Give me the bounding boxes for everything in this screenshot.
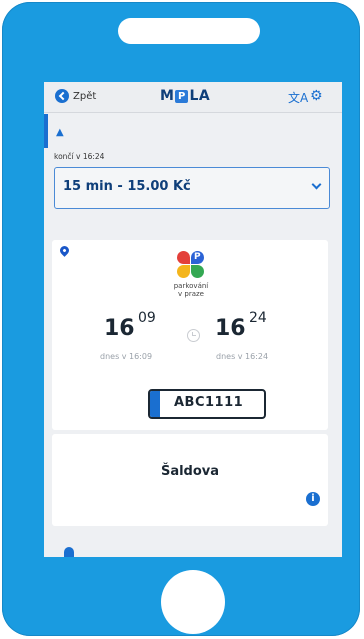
app-screen: Zpět M P LA 文A ⚙ ▲ končí v 16:24 15 min … [44,82,342,557]
logo-leaf-yellow [177,265,190,278]
logo-text-left: M [160,88,175,104]
translate-icon[interactable]: 文A [288,89,308,106]
home-button[interactable] [161,570,225,634]
back-button[interactable]: Zpět [55,89,96,103]
provider-line-2: v praze [178,290,204,298]
provider-name: parkování v praze [165,282,217,298]
end-label: dnes v 16:24 [216,352,269,361]
zone-card: Šaldova i [52,434,328,526]
start-label: dnes v 16:09 [100,352,153,361]
parkovani-v-praze-logo: P [176,250,206,280]
start-minute: 09 [138,310,156,326]
street-name: Šaldova [160,464,220,479]
end-minute: 24 [249,310,267,326]
gear-icon[interactable]: ⚙ [310,88,323,104]
logo-text-right: LA [189,88,211,104]
mpla-logo: M P LA [160,88,210,104]
location-pin-icon[interactable] [58,244,71,257]
logo-p-box: P [175,89,189,103]
info-icon[interactable]: i [306,492,320,506]
phone-frame: Zpět M P LA 文A ⚙ ▲ končí v 16:24 15 min … [2,2,360,636]
app-header: Zpět M P LA 文A ⚙ [44,82,342,113]
logo-leaf-green [191,265,204,278]
plate-number: ABC1111 [174,395,244,410]
duration-selected-value: 15 min - 15.00 Kč [63,179,191,194]
license-plate[interactable]: ABC1111 [148,389,266,419]
duration-select[interactable]: 15 min - 15.00 Kč [54,167,330,209]
end-hour: 16 [215,316,246,341]
clock-icon [187,329,200,342]
back-arrow-icon [55,89,69,103]
phone-speaker [118,18,260,44]
chevron-down-icon [311,179,322,190]
bell-icon: ▲ [56,127,64,138]
parking-ticket-card: P parkování v praze 16 09 dnes v 16:09 1… [52,240,328,430]
bell-icon-bottom [64,547,74,557]
start-hour: 16 [104,316,135,341]
plate-country-band [150,391,160,417]
back-label: Zpět [73,90,97,102]
notification-tab[interactable] [44,114,48,148]
ends-at-label: končí v 16:24 [54,152,105,161]
logo-p-letter: P [194,252,201,262]
logo-leaf-red [177,251,190,264]
provider-line-1: parkování [173,282,209,290]
